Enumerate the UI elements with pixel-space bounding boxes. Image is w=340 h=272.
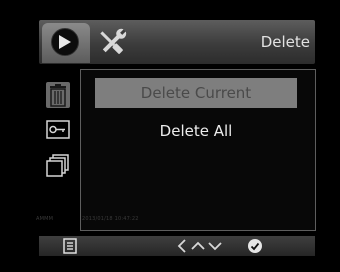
sidebar-item-copy[interactable] xyxy=(46,153,70,179)
play-icon xyxy=(51,28,79,56)
camera-screen: Delete Delete Current Delete All AMMM 20… xyxy=(0,0,340,272)
delete-menu-panel: Delete Current Delete All xyxy=(80,69,316,231)
up-icon[interactable] xyxy=(190,238,206,254)
trash-icon xyxy=(50,84,66,107)
menu-icon[interactable] xyxy=(62,238,78,254)
watermark-date: 2013/01/18 10:47:22 xyxy=(82,216,139,222)
page-title: Delete xyxy=(260,33,310,51)
key-icon xyxy=(46,120,70,139)
copy-icon xyxy=(46,154,69,177)
down-icon[interactable] xyxy=(207,238,223,254)
tab-settings[interactable] xyxy=(92,24,132,62)
delete-current-option[interactable]: Delete Current xyxy=(95,78,297,108)
sidebar-item-protect[interactable] xyxy=(46,117,70,143)
sidebar xyxy=(39,68,77,228)
delete-all-option[interactable]: Delete All xyxy=(95,116,297,146)
confirm-icon[interactable] xyxy=(247,238,263,254)
left-arrow-icon[interactable] xyxy=(176,238,188,254)
watermark-left: AMMM xyxy=(36,216,54,222)
wrench-screwdriver-icon xyxy=(100,28,127,54)
sidebar-item-delete[interactable] xyxy=(46,82,70,108)
